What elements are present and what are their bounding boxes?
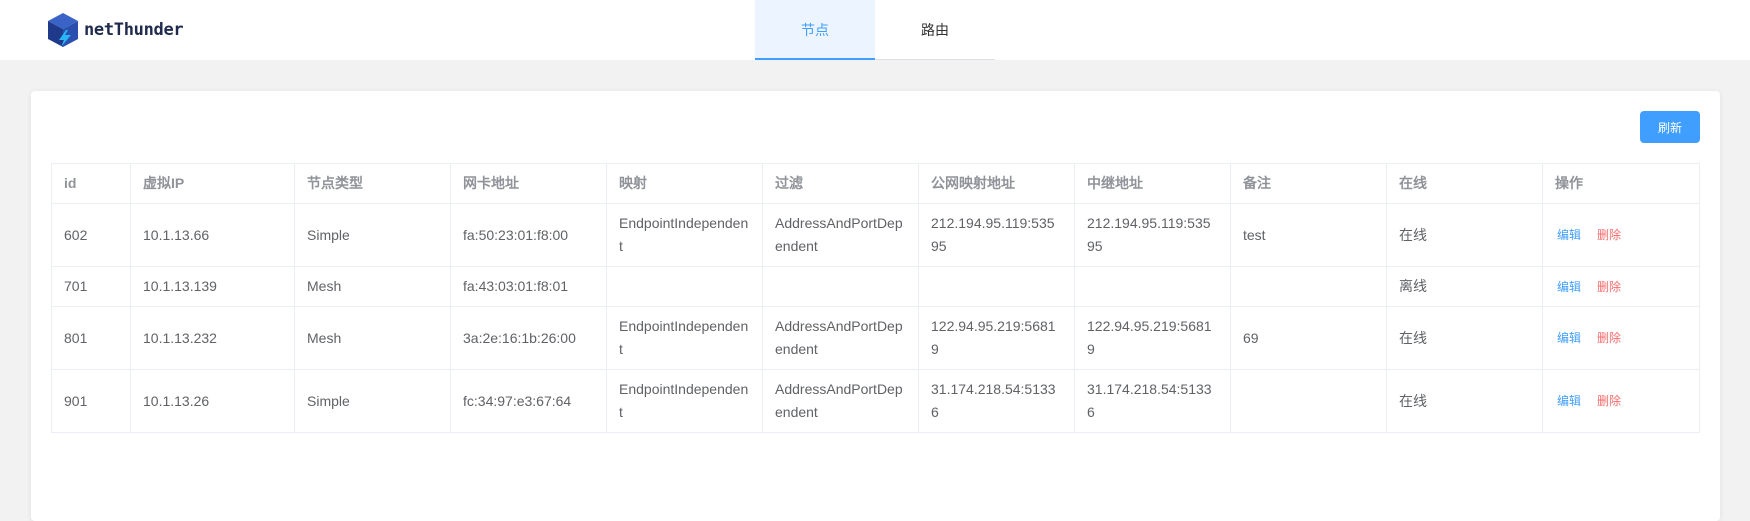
cell-virtual-ip: 10.1.13.139 — [130, 266, 295, 307]
table-row: 901 10.1.13.26 Simple fc:34:97:e3:67:64 … — [51, 369, 1700, 433]
col-header-mac: 网卡地址 — [450, 163, 607, 204]
cell-mac: fa:50:23:01:f8:00 — [450, 203, 607, 267]
nodes-table-wrapper: id 虚拟IP 节点类型 网卡地址 映射 过滤 公网映射地址 中继地址 备注 在… — [51, 163, 1700, 433]
table-row: 602 10.1.13.66 Simple fa:50:23:01:f8:00 … — [51, 203, 1700, 267]
cell-filter: AddressAndPortDependent — [762, 203, 919, 267]
cell-note — [1230, 369, 1387, 433]
cell-actions: 编辑 删除 — [1542, 203, 1700, 267]
cell-virtual-ip: 10.1.13.232 — [130, 306, 295, 370]
cell-online: 在线 — [1386, 306, 1543, 370]
cell-node-type: Simple — [294, 203, 451, 267]
cell-note: 69 — [1230, 306, 1387, 370]
delete-button[interactable]: 删除 — [1597, 390, 1621, 413]
cell-mapping — [606, 266, 763, 307]
col-header-filter: 过滤 — [762, 163, 919, 204]
cell-actions: 编辑 删除 — [1542, 266, 1700, 307]
col-header-mapping: 映射 — [606, 163, 763, 204]
cell-actions: 编辑 删除 — [1542, 306, 1700, 370]
cell-filter: AddressAndPortDependent — [762, 306, 919, 370]
col-header-relay-address: 中继地址 — [1074, 163, 1231, 204]
cell-note — [1230, 266, 1387, 307]
nodes-card: 刷新 id 虚拟IP 节点类型 网卡地址 映射 过滤 公网映射地址 中继地址 备… — [31, 91, 1720, 521]
delete-button[interactable]: 删除 — [1597, 327, 1621, 350]
cell-public-address — [918, 266, 1075, 307]
col-header-actions: 操作 — [1542, 163, 1700, 204]
col-header-public-address: 公网映射地址 — [918, 163, 1075, 204]
cell-online: 在线 — [1386, 203, 1543, 267]
top-header: netThunder 节点 路由 — [0, 0, 1750, 60]
cell-public-address: 31.174.218.54:51336 — [918, 369, 1075, 433]
tab-routes[interactable]: 路由 — [875, 0, 995, 59]
table-row: 801 10.1.13.232 Mesh 3a:2e:16:1b:26:00 E… — [51, 306, 1700, 370]
app-name: netThunder — [84, 20, 184, 40]
cell-public-address: 212.194.95.119:53595 — [918, 203, 1075, 267]
edit-button[interactable]: 编辑 — [1557, 224, 1581, 247]
cell-id: 602 — [51, 203, 131, 267]
col-header-note: 备注 — [1230, 163, 1387, 204]
cell-mapping: EndpointIndependent — [606, 369, 763, 433]
edit-button[interactable]: 编辑 — [1557, 390, 1581, 413]
col-header-online: 在线 — [1386, 163, 1543, 204]
col-header-virtual-ip: 虚拟IP — [130, 163, 295, 204]
col-header-node-type: 节点类型 — [294, 163, 451, 204]
cell-mac: 3a:2e:16:1b:26:00 — [450, 306, 607, 370]
cell-node-type: Mesh — [294, 306, 451, 370]
cell-mapping: EndpointIndependent — [606, 203, 763, 267]
cell-mapping: EndpointIndependent — [606, 306, 763, 370]
cell-public-address: 122.94.95.219:56819 — [918, 306, 1075, 370]
cell-node-type: Simple — [294, 369, 451, 433]
nodes-table: id 虚拟IP 节点类型 网卡地址 映射 过滤 公网映射地址 中继地址 备注 在… — [51, 163, 1700, 433]
cell-relay-address: 122.94.95.219:56819 — [1074, 306, 1231, 370]
edit-button[interactable]: 编辑 — [1557, 276, 1581, 299]
col-header-id: id — [51, 163, 131, 204]
delete-button[interactable]: 删除 — [1597, 276, 1621, 299]
cell-relay-address: 31.174.218.54:51336 — [1074, 369, 1231, 433]
cell-online: 在线 — [1386, 369, 1543, 433]
cell-online: 离线 — [1386, 266, 1543, 307]
app-logo[interactable]: netThunder — [46, 10, 184, 50]
cell-id: 901 — [51, 369, 131, 433]
cell-virtual-ip: 10.1.13.26 — [130, 369, 295, 433]
cell-virtual-ip: 10.1.13.66 — [130, 203, 295, 267]
main-tabs: 节点 路由 — [755, 0, 995, 60]
cell-filter: AddressAndPortDependent — [762, 369, 919, 433]
cell-relay-address — [1074, 266, 1231, 307]
table-header-row: id 虚拟IP 节点类型 网卡地址 映射 过滤 公网映射地址 中继地址 备注 在… — [51, 163, 1700, 204]
cell-relay-address: 212.194.95.119:53595 — [1074, 203, 1231, 267]
cell-mac: fc:34:97:e3:67:64 — [450, 369, 607, 433]
cell-mac: fa:43:03:01:f8:01 — [450, 266, 607, 307]
table-row: 701 10.1.13.139 Mesh fa:43:03:01:f8:01 离… — [51, 266, 1700, 307]
cell-note: test — [1230, 203, 1387, 267]
cell-node-type: Mesh — [294, 266, 451, 307]
cell-id: 801 — [51, 306, 131, 370]
cell-id: 701 — [51, 266, 131, 307]
tab-nodes[interactable]: 节点 — [755, 0, 875, 60]
thunder-cube-icon — [48, 13, 78, 47]
cell-actions: 编辑 删除 — [1542, 369, 1700, 433]
refresh-button[interactable]: 刷新 — [1640, 111, 1700, 143]
cell-filter — [762, 266, 919, 307]
delete-button[interactable]: 删除 — [1597, 224, 1621, 247]
edit-button[interactable]: 编辑 — [1557, 327, 1581, 350]
